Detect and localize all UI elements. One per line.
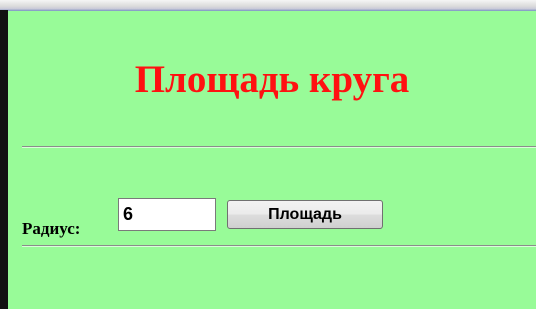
top-divider <box>22 146 536 148</box>
window-frame-left-edge <box>0 10 8 309</box>
radius-label: Радиус: <box>22 219 81 238</box>
bottom-divider <box>22 245 536 247</box>
browser-top-strip <box>0 0 536 10</box>
radius-input[interactable] <box>118 198 216 231</box>
page-content: Площадь круга Радиус: Площадь <box>8 10 536 309</box>
page-title: Площадь круга <box>134 58 410 101</box>
area-button[interactable]: Площадь <box>227 200 383 229</box>
